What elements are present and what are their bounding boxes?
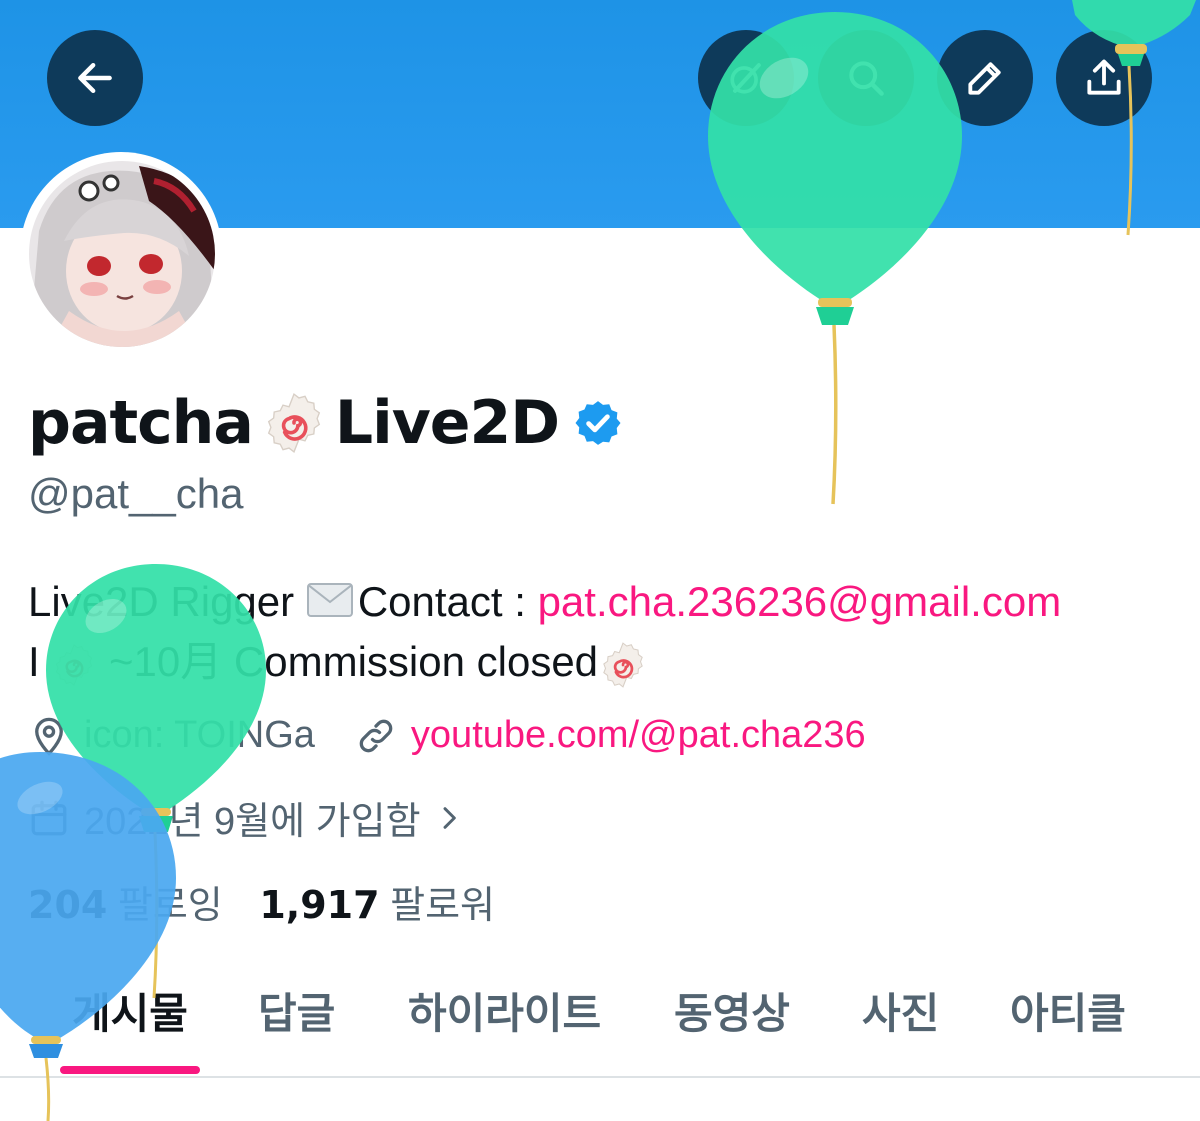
arrow-left-icon (78, 62, 112, 94)
verified-badge-icon (575, 401, 621, 445)
tab-highlights[interactable]: 하이라이트 (408, 980, 601, 1041)
tabs-divider (0, 1076, 1200, 1078)
display-name-row: patcha Live2D (28, 388, 623, 458)
display-name-part2: Live2D (334, 388, 560, 458)
followers-count: 1,917 (259, 883, 380, 927)
tab-photos[interactable]: 사진 (862, 980, 939, 1041)
search-button[interactable] (818, 30, 914, 126)
share-button[interactable] (1056, 30, 1152, 126)
followers-link[interactable]: 1,917 팔로워 (259, 883, 495, 927)
active-tab-indicator (60, 1066, 200, 1074)
edit-button[interactable] (937, 30, 1033, 126)
narutomaki-icon (603, 642, 643, 688)
joined-date: 2022년 9월에 가입함 (84, 801, 421, 843)
calendar-icon (31, 800, 67, 835)
website-link[interactable]: youtube.com/@pat.cha236 (411, 714, 866, 757)
following-count: 204 (28, 883, 108, 927)
display-name-part1: patcha (28, 388, 254, 458)
bio-text-2b: ~10月 Commission closed (97, 638, 599, 685)
bio-text: Live2D Rigger (28, 578, 306, 625)
follow-stats: 204 팔로잉 1,917 팔로워 (28, 874, 495, 929)
back-button[interactable] (47, 30, 143, 126)
search-icon (849, 61, 884, 96)
avatar-image (29, 161, 215, 347)
bio-contact-label: Contact : (357, 578, 538, 625)
joined-row[interactable]: 2022년 9월에 가입함 (28, 790, 479, 845)
narutomaki-icon (56, 644, 93, 686)
tab-replies[interactable]: 답글 (258, 980, 335, 1041)
envelope-icon (306, 583, 353, 617)
grok-icon (730, 63, 761, 94)
bio-text-2a: I (28, 638, 52, 685)
share-icon (1087, 59, 1121, 95)
bio-email-link[interactable]: pat.cha.236236@gmail.com (538, 578, 1062, 625)
following-link[interactable]: 204 팔로잉 (28, 883, 223, 927)
followers-label: 팔로워 (390, 885, 495, 927)
profile-meta-row: icon: TOINGa youtube.com/@pat.cha236 (28, 714, 866, 757)
grok-button[interactable] (698, 30, 794, 126)
tab-articles[interactable]: 아티클 (1010, 980, 1126, 1041)
avatar[interactable] (29, 161, 215, 347)
bio-line-2: I ~10月 Commission closed (28, 632, 1061, 692)
chevron-right-icon (443, 806, 456, 829)
profile-tabs: 게시물 답글 하이라이트 동영상 사진 아티클 (0, 980, 1200, 1076)
pencil-icon (968, 62, 1001, 95)
username-handle: @pat__cha (28, 470, 244, 517)
location-pin-icon (35, 717, 63, 756)
bio-line-1: Live2D Rigger Contact : pat.cha.236236@g… (28, 572, 1061, 632)
tab-videos[interactable]: 동영상 (674, 980, 790, 1041)
following-label: 팔로잉 (117, 885, 223, 927)
bio: Live2D Rigger Contact : pat.cha.236236@g… (28, 572, 1061, 692)
link-icon (359, 719, 393, 752)
tab-posts[interactable]: 게시물 (72, 980, 188, 1041)
location-text: icon: TOINGa (84, 714, 315, 756)
narutomaki-icon (267, 393, 321, 453)
